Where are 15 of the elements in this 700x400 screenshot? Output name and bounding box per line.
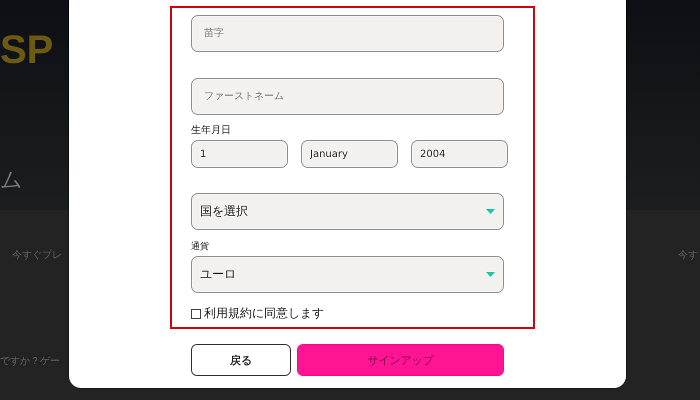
back-button[interactable]: 戻る xyxy=(191,344,291,376)
name-field[interactable]: 苗字 xyxy=(191,15,504,52)
name-field[interactable]: ファーストネーム xyxy=(191,78,504,115)
logo-text: SP xyxy=(0,28,54,73)
country-select[interactable]: 国を選択 xyxy=(191,193,504,230)
terms-checkbox[interactable] xyxy=(191,308,201,318)
page-heading: ム xyxy=(0,167,23,195)
page-text: ですか？ゲー xyxy=(0,355,60,368)
terms-label: 利用規約に同意します xyxy=(204,305,324,322)
birthdate-label: 生年月日 xyxy=(191,124,231,137)
date-field[interactable]: 2004 xyxy=(411,140,508,168)
currency-label: 通貨 xyxy=(191,240,209,253)
currency-select[interactable]: ユーロ xyxy=(191,256,504,293)
caret-icon xyxy=(486,272,495,277)
date-field[interactable]: 1 xyxy=(191,140,288,168)
